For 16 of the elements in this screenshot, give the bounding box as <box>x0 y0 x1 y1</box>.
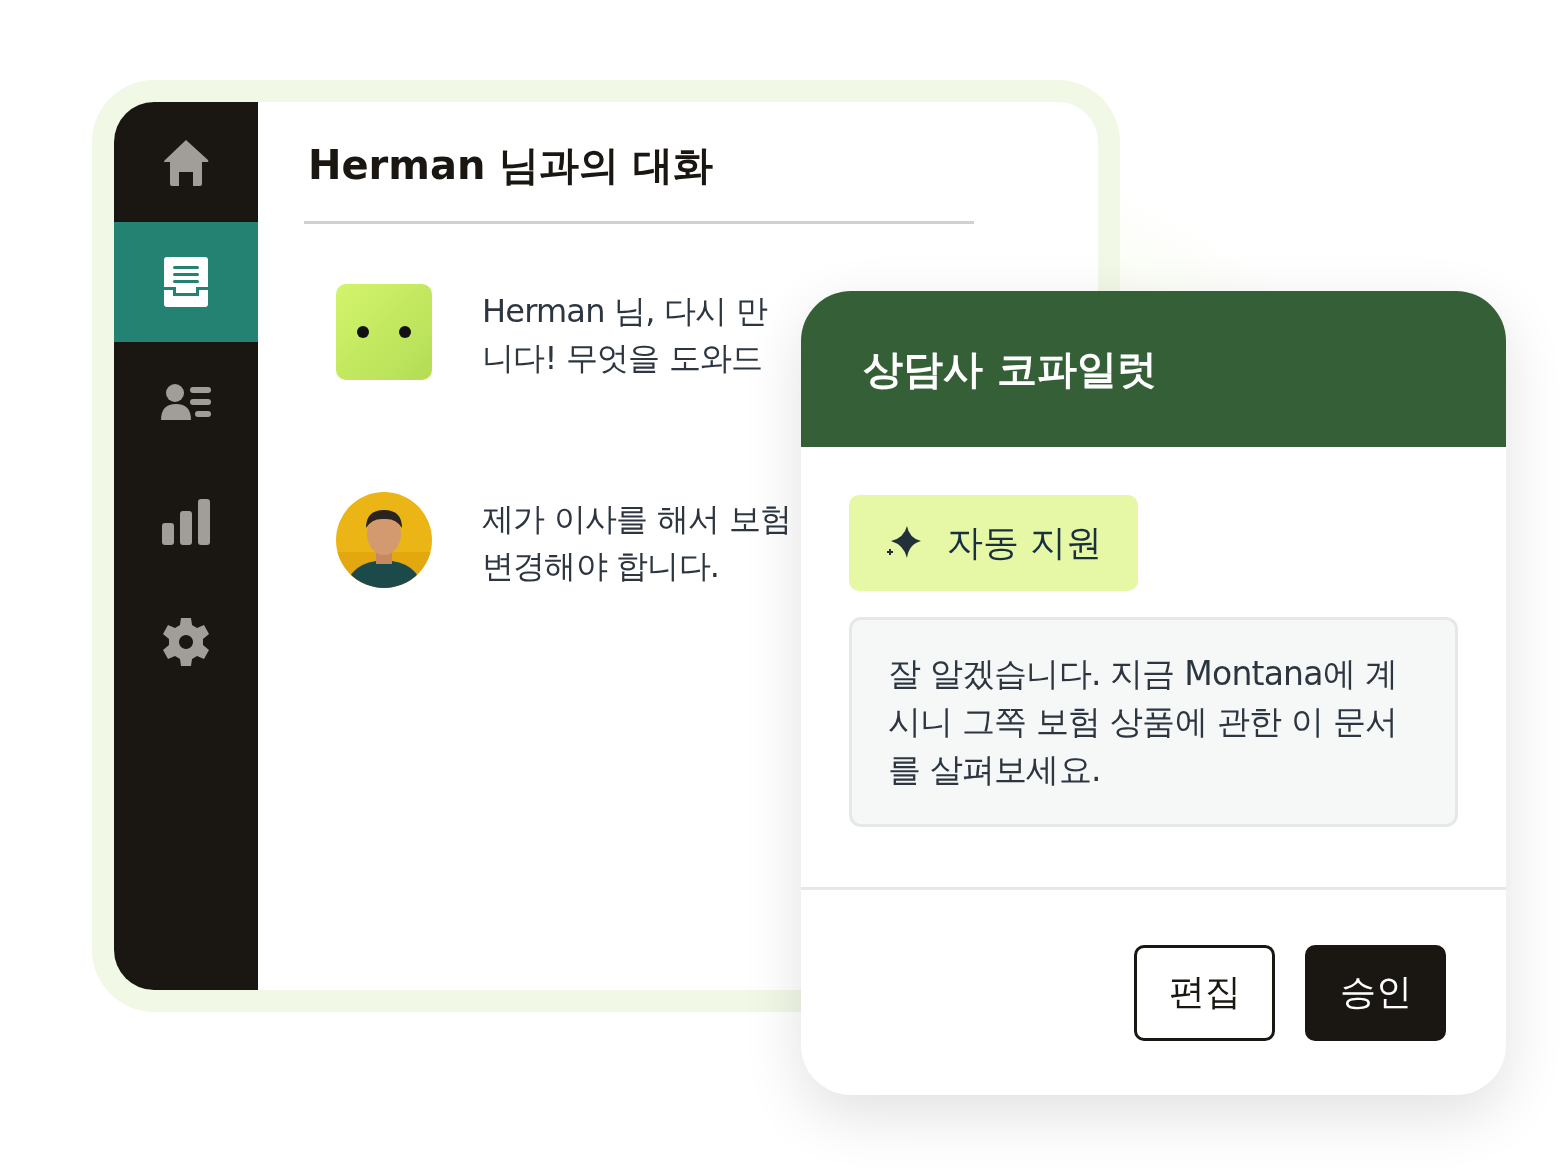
panel-title: 상담사 코파일럿 <box>863 344 1157 394</box>
inbox-icon <box>164 257 208 307</box>
edit-button[interactable]: 편집 <box>1134 944 1275 1041</box>
message-text: 제가 이사를 해서 보험 <box>482 499 791 540</box>
home-icon <box>162 138 210 186</box>
message-text: 변경해야 합니다. <box>482 546 721 587</box>
settings-icon <box>162 618 210 666</box>
bar-chart-icon <box>162 499 210 545</box>
auto-assist-button[interactable]: 자동 지원 <box>849 495 1139 591</box>
suggestion-text: 잘 알겠습니다. 지금 Montana에 계시니 그쪽 보험 상품에 관한 이 문서를 살펴보세요. <box>849 617 1458 827</box>
message-text: Herman 님, 다시 만 <box>482 291 767 332</box>
approve-button[interactable]: 승인 <box>1305 944 1446 1041</box>
nav-item[interactable] <box>114 222 258 342</box>
message-text: 니다! 무엇을 도와드 <box>482 338 764 379</box>
conversation-title: Herman 님과의 대화 <box>304 138 974 224</box>
contact-list-icon <box>161 384 211 420</box>
